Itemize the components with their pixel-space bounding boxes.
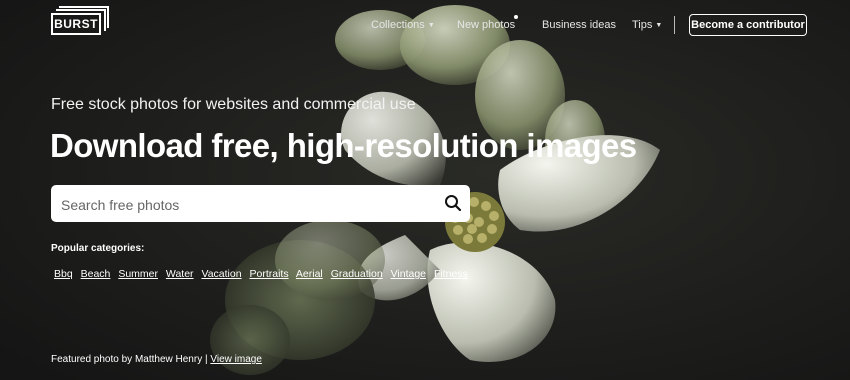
hero-headline: Download free, high-resolution images [50,127,637,164]
nav-item-label: Business ideas [542,19,616,31]
chevron-down-icon: ▼ [655,22,663,29]
search-icon[interactable] [444,194,462,212]
category-link-fitness[interactable]: Fitness [434,268,468,280]
category-link-water[interactable]: Water [166,268,194,280]
category-link-bbq[interactable]: Bbq [54,268,73,280]
nav-item-label: New photos [457,19,516,31]
category-link-vintage[interactable]: Vintage [391,268,426,280]
nav-item-new-photos[interactable]: New photos [457,19,515,31]
chevron-down-icon: ▼ [427,22,435,29]
category-link-summer[interactable]: Summer [118,268,158,280]
logo-text: BURST [54,17,98,31]
photo-credit: Featured photo by Matthew Henry | View i… [51,354,262,365]
hero-tagline: Free stock photos for websites and comme… [51,96,416,113]
category-link-vacation[interactable]: Vacation [201,268,241,280]
popular-categories-label: Popular categories: [51,243,145,254]
category-link-graduation[interactable]: Graduation [331,268,383,280]
burst-logo[interactable]: BURST [51,6,109,35]
new-indicator-dot [514,15,518,19]
category-link-beach[interactable]: Beach [81,268,111,280]
search-bar [51,185,470,224]
category-links: Bbq Beach Summer Water Vacation Portrait… [54,268,473,280]
nav-item-business-ideas[interactable]: Business ideas [542,19,616,31]
nav-item-collections[interactable]: Collections ▼ [371,19,435,31]
view-image-link[interactable]: View image [210,354,262,365]
category-link-portraits[interactable]: Portraits [249,268,288,280]
search-input[interactable] [59,185,433,224]
category-link-aerial[interactable]: Aerial [296,268,323,280]
credit-separator: | [204,354,208,365]
nav-item-label: Collections [371,19,425,31]
become-contributor-button[interactable]: Become a contributor [689,14,807,36]
photo-credit-text: Featured photo by Matthew Henry [51,354,203,365]
nav-item-label: Tips [632,19,653,31]
nav-item-tips[interactable]: Tips ▼ [632,19,662,31]
nav-divider [674,16,675,34]
